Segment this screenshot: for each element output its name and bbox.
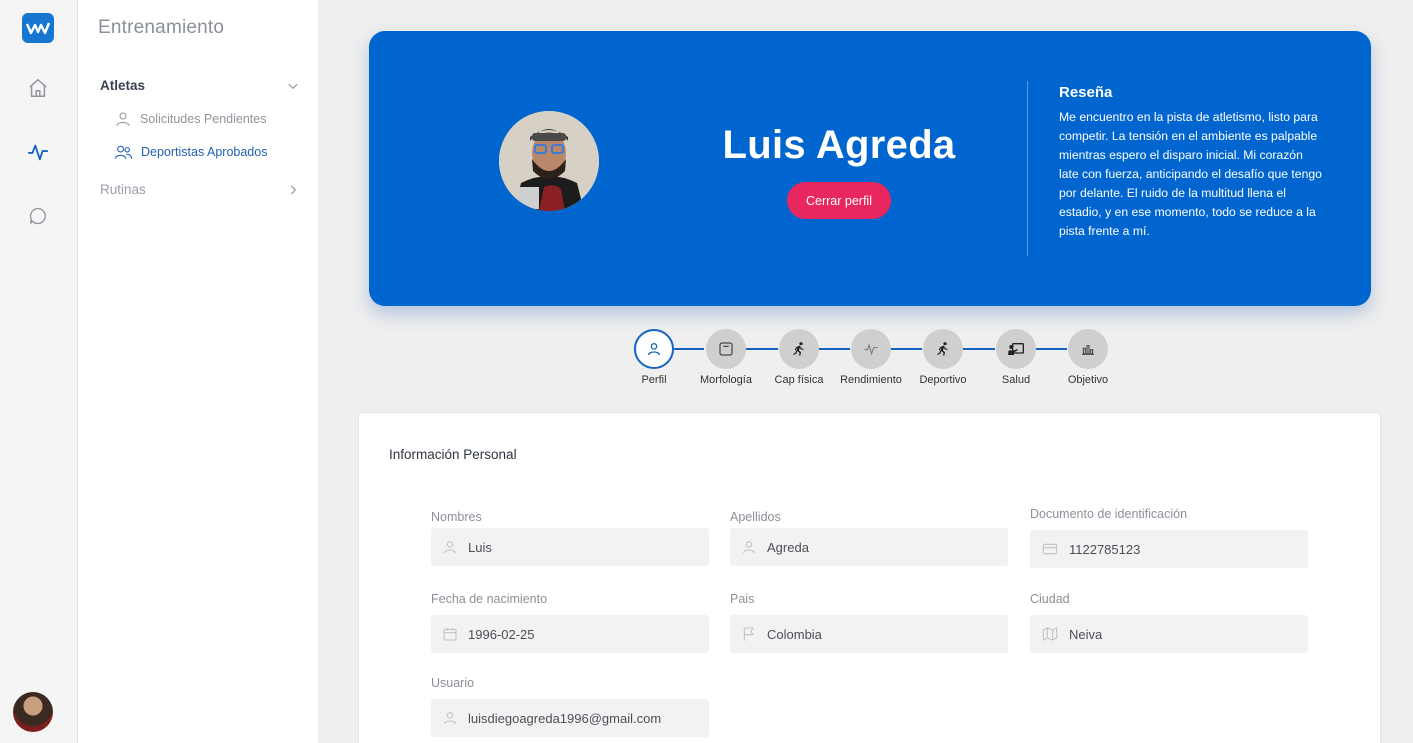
map-icon bbox=[1042, 627, 1058, 641]
field-label: Ciudad bbox=[1030, 592, 1070, 606]
user-avatar[interactable] bbox=[13, 692, 53, 732]
step-deportivo[interactable]: Deportivo bbox=[905, 329, 981, 386]
field-value: Colombia bbox=[767, 626, 822, 642]
menu-group-rutinas[interactable]: Rutinas bbox=[100, 182, 300, 197]
menu-item-label: Solicitudes Pendientes bbox=[140, 112, 267, 126]
field-value: 1996-02-25 bbox=[468, 626, 535, 642]
user-icon bbox=[743, 541, 755, 554]
field-label: Documento de identificación bbox=[1030, 507, 1188, 521]
pulse-icon bbox=[851, 329, 891, 369]
step-label: Perfil bbox=[641, 374, 667, 386]
user-icon bbox=[116, 112, 130, 126]
field-label: Pais bbox=[730, 592, 755, 606]
menu-title: Entrenamiento bbox=[98, 17, 225, 38]
chevron-right-icon bbox=[290, 185, 297, 194]
step-morfologia[interactable]: Morfología bbox=[688, 329, 764, 386]
menu-item-solicitudes-pendientes[interactable]: Solicitudes Pendientes bbox=[114, 110, 266, 128]
scale-icon bbox=[706, 329, 746, 369]
fecha-field: Fecha de nacimiento 1996-02-25 bbox=[431, 592, 709, 653]
step-rendimiento[interactable]: Rendimiento bbox=[833, 329, 909, 386]
nombres-field: Nombres Luis bbox=[431, 510, 709, 566]
field-value: Luis bbox=[468, 539, 492, 555]
field-label: Fecha de nacimiento bbox=[431, 592, 548, 606]
section-title: Información Personal bbox=[389, 447, 517, 462]
user-icon bbox=[444, 541, 456, 554]
fecha-input[interactable]: 1996-02-25 bbox=[431, 615, 709, 653]
profile-photo bbox=[499, 111, 599, 211]
flag-icon bbox=[743, 627, 754, 641]
users-icon bbox=[114, 145, 133, 159]
home-icon[interactable] bbox=[26, 76, 50, 100]
documento-input[interactable]: 1122785123 bbox=[1030, 530, 1308, 568]
close-profile-button[interactable]: Cerrar perfil bbox=[787, 182, 891, 219]
profile-stepper: Perfil Morfología Cap física Rendimiento… bbox=[630, 329, 1120, 391]
banner-divider bbox=[1027, 81, 1028, 256]
bars-icon bbox=[1068, 329, 1108, 369]
step-label: Morfología bbox=[700, 374, 752, 386]
menu-group-label: Rutinas bbox=[100, 182, 146, 197]
menu-item-label: Deportistas Aprobados bbox=[141, 145, 268, 159]
ciudad-field: Ciudad Neiva bbox=[1030, 592, 1308, 653]
usuario-input[interactable]: luisdiegoagreda1996@gmail.com bbox=[431, 699, 709, 737]
chat-icon[interactable] bbox=[26, 204, 50, 228]
step-label: Salud bbox=[1001, 374, 1031, 386]
pais-input[interactable]: Colombia bbox=[730, 615, 1008, 653]
activity-icon[interactable] bbox=[26, 140, 50, 164]
field-value: 1122785123 bbox=[1069, 541, 1141, 557]
menu-item-deportistas-aprobados[interactable]: Deportistas Aprobados bbox=[114, 143, 267, 161]
field-label: Nombres bbox=[431, 510, 482, 524]
app-logo[interactable] bbox=[22, 13, 54, 43]
field-value: Neiva bbox=[1069, 626, 1103, 642]
menu-group-atletas[interactable]: Atletas bbox=[100, 78, 300, 93]
field-label: Usuario bbox=[431, 676, 475, 690]
apellidos-field: Apellidos Agreda bbox=[730, 510, 1008, 566]
step-label: Deportivo bbox=[919, 374, 967, 386]
step-perfil[interactable]: Perfil bbox=[616, 329, 692, 386]
documento-field: Documento de identificación 1122785123 bbox=[1030, 507, 1308, 568]
pais-field: Pais Colombia bbox=[730, 592, 1008, 653]
step-salud[interactable]: Salud bbox=[978, 329, 1054, 386]
ciudad-input[interactable]: Neiva bbox=[1030, 615, 1308, 653]
chevron-down-icon bbox=[288, 83, 298, 89]
bio-text: Me encuentro en la pista de atletismo, l… bbox=[1059, 110, 1322, 238]
step-label: Cap física bbox=[774, 374, 824, 386]
running-icon bbox=[779, 329, 819, 369]
field-value: Agreda bbox=[767, 539, 809, 555]
profile-banner: Luis Agreda Cerrar perfil Reseña Me encu… bbox=[369, 31, 1371, 306]
usuario-field: Usuario luisdiegoagreda1996@gmail.com bbox=[431, 676, 709, 737]
bio-title: Reseña bbox=[1059, 84, 1113, 101]
side-menu: Entrenamiento Atletas Solicitudes Pendie… bbox=[78, 0, 318, 743]
field-value: luisdiegoagreda1996@gmail.com bbox=[468, 710, 662, 726]
calendar-icon bbox=[443, 628, 457, 641]
user-icon bbox=[444, 712, 456, 725]
athlete-name: Luis Agreda bbox=[722, 123, 956, 167]
running-icon bbox=[923, 329, 963, 369]
id-card-icon bbox=[1042, 543, 1058, 555]
apellidos-input[interactable]: Agreda bbox=[730, 528, 1008, 566]
doctor-icon bbox=[996, 329, 1036, 369]
personal-info-card: Información Personal Nombres Luis Apelli… bbox=[358, 412, 1381, 743]
icon-rail bbox=[0, 0, 78, 743]
step-cap-fisica[interactable]: Cap física bbox=[761, 329, 837, 386]
step-label: Rendimiento bbox=[840, 374, 902, 386]
nombres-input[interactable]: Luis bbox=[431, 528, 709, 566]
field-label: Apellidos bbox=[730, 510, 781, 524]
step-objetivo[interactable]: Objetivo bbox=[1050, 329, 1126, 386]
logo-icon bbox=[26, 22, 50, 35]
user-icon bbox=[634, 329, 674, 369]
menu-group-label: Atletas bbox=[100, 78, 146, 93]
step-label: Objetivo bbox=[1067, 374, 1109, 386]
